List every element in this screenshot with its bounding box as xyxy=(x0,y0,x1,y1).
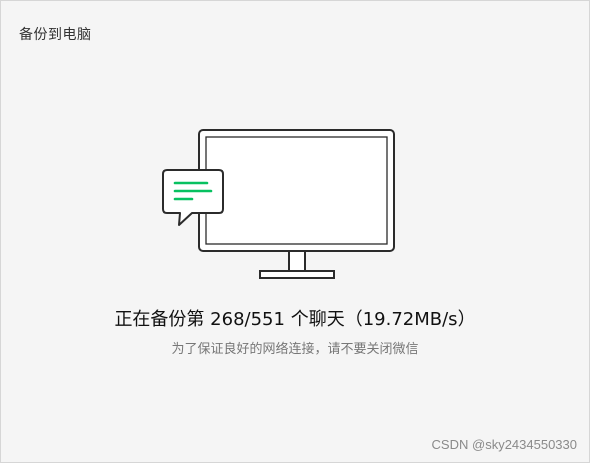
transfer-speed: 19.72MB/s xyxy=(362,309,458,330)
backup-illustration xyxy=(161,128,397,282)
monitor-icon xyxy=(162,129,395,279)
backup-window: 备份到电脑 正在备份第 268/551 个聊天（19.72MB/s） 为了保证良… xyxy=(0,0,590,463)
progress-current: 268 xyxy=(210,309,245,330)
backup-hint: 为了保证良好的网络连接，请不要关闭微信 xyxy=(171,342,419,357)
backup-progress-text: 正在备份第 268/551 个聊天（19.72MB/s） xyxy=(114,309,476,330)
watermark: CSDN @sky2434550330 xyxy=(431,437,577,452)
progress-prefix: 正在备份第 xyxy=(114,309,205,330)
window-title: 备份到电脑 xyxy=(19,27,92,43)
progress-suffix: 个聊天 xyxy=(290,309,345,330)
progress-total: 551 xyxy=(250,309,285,330)
